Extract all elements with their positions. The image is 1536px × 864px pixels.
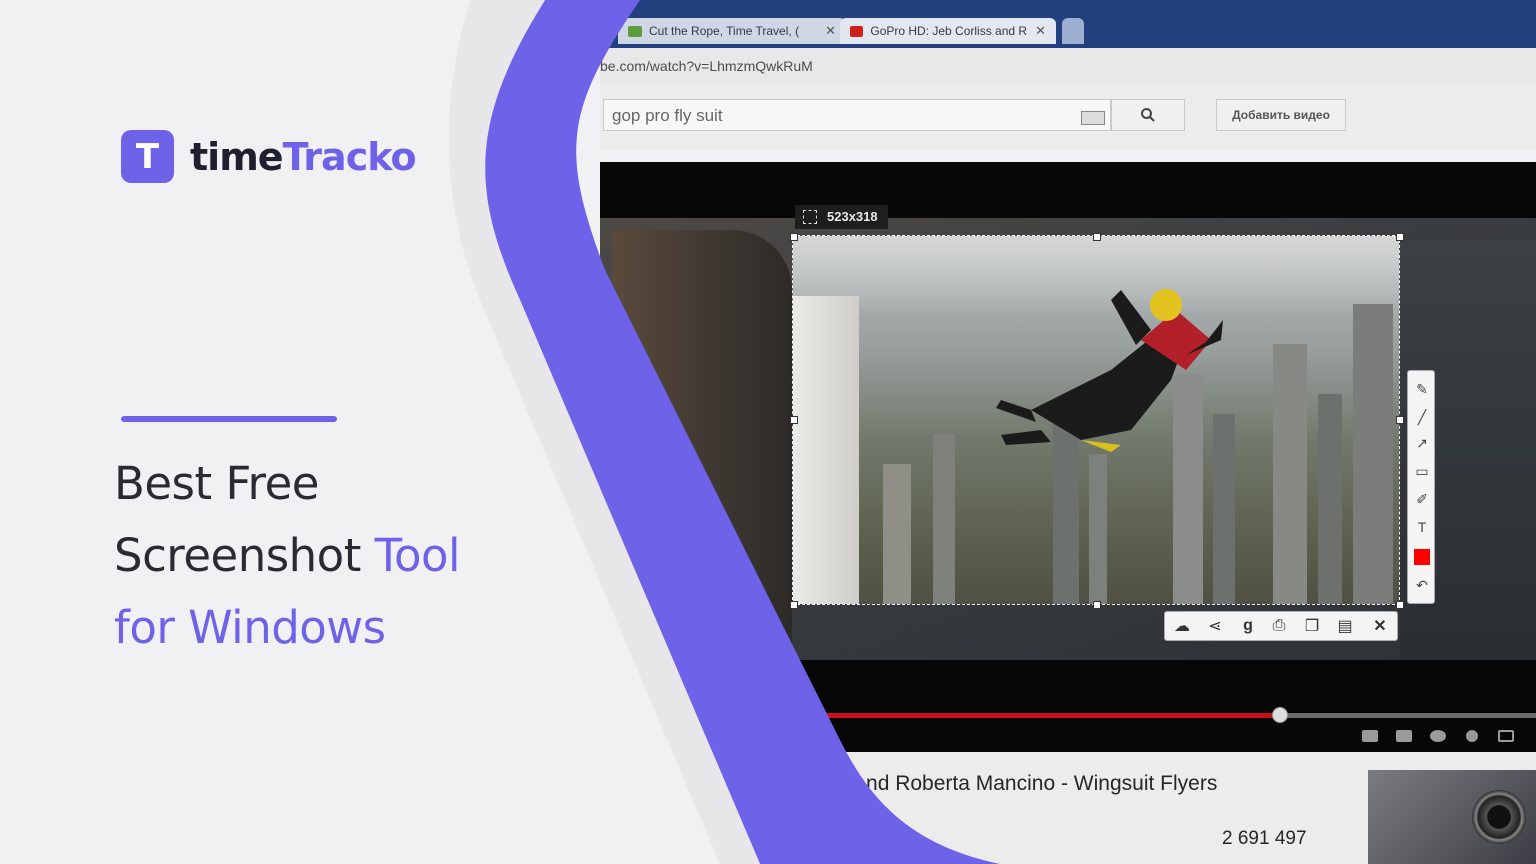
brand-name-part1: time [190, 134, 284, 179]
headline-line1: Best Free [114, 457, 319, 510]
brand-name: timeTracko [190, 134, 417, 179]
headline-line2-accent: Tool [374, 529, 461, 582]
accent-divider [121, 416, 337, 422]
logo-mark: T [121, 130, 174, 183]
headline-line2-plain: Screenshot [114, 529, 375, 582]
brand-name-part2: Tracko [282, 134, 417, 179]
headline-line2: Screenshot Tool [114, 520, 461, 592]
brand-logo: T timeTracko [121, 130, 417, 183]
headline: Best Free Screenshot Tool for Windows [114, 448, 461, 664]
headline-line3: for Windows [114, 601, 386, 654]
